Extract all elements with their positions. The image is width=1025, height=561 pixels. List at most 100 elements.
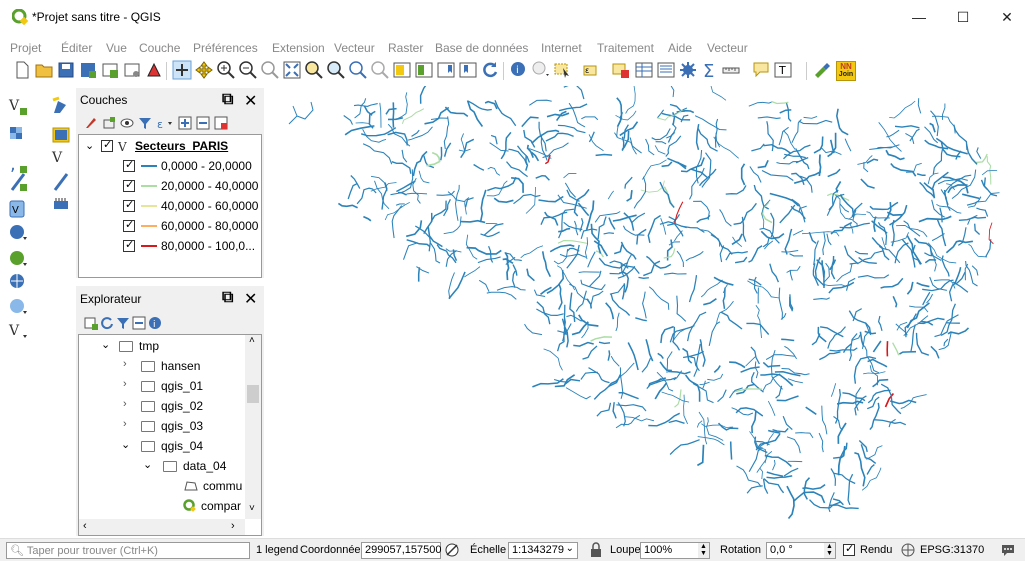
scrollbar-thumb[interactable] — [247, 385, 259, 403]
minimize-button[interactable]: — — [899, 4, 939, 30]
add-arcgis-layer-icon[interactable] — [8, 297, 28, 317]
field-calculator-icon[interactable] — [656, 60, 676, 80]
horizontal-scrollbar[interactable]: ‹ › — [79, 519, 245, 535]
collapse-arrow-icon[interactable]: ⌄ — [143, 458, 152, 471]
new-geopackage-icon[interactable]: V — [51, 148, 71, 168]
maximize-button[interactable]: ☐ — [943, 4, 983, 30]
legend-class-row[interactable]: 60,0000 - 80,0000 — [79, 217, 261, 236]
menu-vecteur-2[interactable]: Vecteur — [707, 41, 748, 55]
add-selected-layers-icon[interactable] — [84, 316, 98, 330]
menu-aide[interactable]: Aide — [668, 41, 692, 55]
new-map-view-icon[interactable] — [392, 60, 412, 80]
add-virtual-layer-icon[interactable]: V — [8, 199, 28, 219]
zoom-out-icon[interactable] — [238, 60, 258, 80]
close-button[interactable]: ✕ — [987, 4, 1025, 30]
style-manager-icon[interactable] — [144, 60, 164, 80]
render-checkbox[interactable] — [843, 542, 855, 556]
refresh-icon[interactable] — [100, 316, 114, 330]
expand-arrow-icon[interactable]: › — [123, 398, 127, 410]
collapse-arrow-icon[interactable]: ⌄ — [101, 338, 110, 351]
menu-internet[interactable]: Internet — [541, 41, 582, 55]
class-visibility-checkbox[interactable] — [123, 198, 135, 212]
processing-toolbox-icon[interactable] — [678, 60, 698, 80]
pan-icon[interactable] — [172, 60, 192, 80]
open-project-icon[interactable] — [34, 60, 54, 80]
save-project-icon[interactable] — [56, 60, 76, 80]
zoom-in-icon[interactable] — [216, 60, 236, 80]
menu-traitement[interactable]: Traitement — [597, 41, 654, 55]
open-attribute-table-icon[interactable] — [634, 60, 654, 80]
gps-device-icon[interactable] — [51, 195, 71, 215]
coordinate-toggle-icon[interactable] — [444, 542, 462, 558]
magnifier-spinbox[interactable]: 100% ▲ ▼ — [640, 542, 710, 559]
vertical-scrollbar[interactable]: ˄ ˅ — [245, 335, 261, 519]
add-group-icon[interactable] — [102, 116, 116, 130]
filter-by-expression-icon[interactable]: ε — [156, 116, 174, 130]
scroll-down-icon[interactable]: ˅ — [249, 503, 255, 514]
select-features-icon[interactable] — [553, 60, 573, 80]
zoom-full-icon[interactable] — [282, 60, 302, 80]
add-wfs-layer-icon[interactable] — [8, 272, 28, 292]
coordinate-field[interactable]: 299057,157500 — [361, 542, 441, 559]
deselect-icon[interactable] — [611, 60, 631, 80]
class-visibility-checkbox[interactable] — [123, 218, 135, 232]
tree-item[interactable]: › qgis_02 — [79, 397, 245, 416]
float-panel-icon[interactable]: ⧉ — [222, 289, 233, 307]
expand-arrow-icon[interactable]: › — [123, 418, 127, 430]
spin-arrows-icon[interactable]: ▲ ▼ — [824, 543, 835, 558]
expand-arrow-icon[interactable]: › — [123, 378, 127, 390]
class-visibility-checkbox[interactable] — [123, 238, 135, 252]
close-panel-icon[interactable]: ✕ — [244, 91, 257, 111]
save-as-icon[interactable] — [78, 60, 98, 80]
tree-item[interactable]: › qgis_03 — [79, 417, 245, 436]
menu-preferences[interactable]: Préférences — [193, 41, 258, 55]
layer-row[interactable]: ⌄ V Secteurs_PARIS — [79, 137, 261, 156]
menu-vue[interactable]: Vue — [106, 41, 127, 55]
statistics-icon[interactable]: Σ — [700, 60, 720, 80]
add-wms-layer-icon[interactable] — [8, 223, 28, 243]
add-vector-layer-icon[interactable]: V — [8, 96, 28, 116]
messages-icon[interactable] — [1000, 542, 1016, 558]
crs-globe-icon[interactable] — [900, 543, 916, 557]
add-wcs-layer-icon[interactable] — [8, 249, 28, 269]
add-spatialite-icon[interactable] — [8, 172, 28, 192]
print-layout-icon[interactable] — [100, 60, 120, 80]
digitize-icon[interactable] — [51, 96, 71, 116]
collapse-arrow-icon[interactable]: ⌄ — [121, 438, 130, 451]
collapse-all-icon[interactable] — [132, 316, 146, 330]
locator-search-input[interactable]: 🔍︎ Taper pour trouver (Ctrl+K) — [6, 542, 250, 559]
edit-feature-icon[interactable] — [51, 172, 71, 192]
menu-editer[interactable]: Éditer — [61, 41, 92, 55]
tree-item[interactable]: ⌄ qgis_04 — [79, 437, 245, 456]
spin-arrows-icon[interactable]: ▲ ▼ — [698, 543, 709, 558]
collapse-arrow-icon[interactable]: ⌄ — [85, 139, 94, 152]
select-by-value-icon[interactable]: ε — [582, 60, 602, 80]
remove-layer-icon[interactable] — [214, 116, 228, 130]
rotation-spinbox[interactable]: 0,0 ° ▲ ▼ — [766, 542, 836, 559]
class-visibility-checkbox[interactable] — [123, 158, 135, 172]
menu-couche[interactable]: Couche — [139, 41, 180, 55]
tree-item[interactable]: › hansen — [79, 357, 245, 376]
expand-arrow-icon[interactable]: › — [123, 358, 127, 370]
zoom-to-layer-icon[interactable] — [326, 60, 346, 80]
tree-item[interactable]: ⌄ data_04 — [79, 457, 245, 476]
zoom-last-icon[interactable] — [370, 60, 390, 80]
identify-icon[interactable]: i — [509, 60, 529, 80]
new-project-icon[interactable] — [12, 60, 32, 80]
nnjoin-plugin-button[interactable]: NN Join — [836, 61, 856, 81]
legend-class-row[interactable]: 20,0000 - 40,0000 — [79, 177, 261, 196]
menu-extension[interactable]: Extension — [272, 41, 325, 55]
close-panel-icon[interactable]: ✕ — [244, 289, 257, 309]
manage-visibility-icon[interactable] — [120, 116, 134, 130]
map-canvas[interactable] — [267, 86, 1025, 538]
map-tips-icon[interactable] — [751, 60, 771, 80]
add-delimited-text-icon[interactable]: , — [8, 154, 28, 174]
open-layer-styling-icon[interactable] — [84, 116, 98, 130]
float-panel-icon[interactable]: ⧉ — [222, 91, 233, 109]
legend-class-row[interactable]: 0,0000 - 20,0000 — [79, 157, 261, 176]
info-icon[interactable]: i — [148, 316, 162, 330]
text-annotation-icon[interactable]: T — [773, 60, 793, 80]
legend-class-row[interactable]: 80,0000 - 100,0... — [79, 237, 261, 256]
layer-style-icon[interactable] — [51, 125, 71, 145]
add-raster-layer-icon[interactable] — [8, 125, 28, 145]
